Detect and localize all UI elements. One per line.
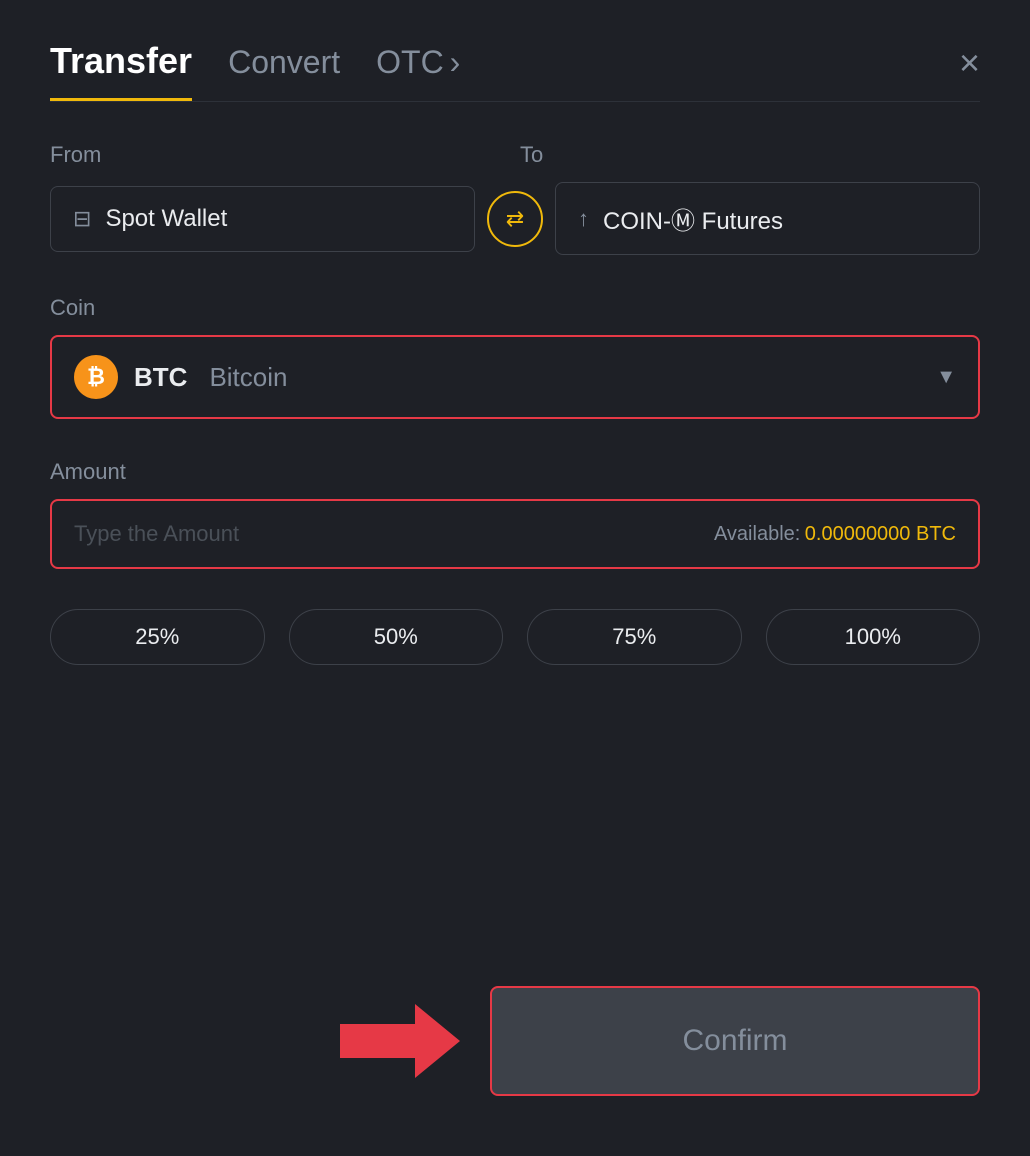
modal-header: Transfer Convert OTC › ×	[50, 40, 980, 101]
tab-convert[interactable]: Convert	[228, 44, 340, 97]
available-label: Available:	[714, 523, 800, 546]
coin-label: Coin	[50, 295, 980, 321]
otc-chevron-icon: ›	[450, 44, 461, 81]
close-button[interactable]: ×	[959, 45, 980, 97]
to-wallet-box[interactable]: ↑ COIN-Ⓜ Futures	[555, 182, 980, 255]
tab-otc[interactable]: OTC ›	[376, 44, 460, 97]
to-label: To	[510, 142, 980, 168]
tab-transfer[interactable]: Transfer	[50, 40, 192, 101]
coin-select[interactable]: ₿ BTC Bitcoin ▼	[50, 335, 980, 419]
arrow-container	[50, 996, 490, 1086]
header-divider	[50, 101, 980, 102]
from-wallet-box[interactable]: ⊟ Spot Wallet	[50, 186, 475, 252]
chevron-down-icon: ▼	[936, 366, 956, 389]
amount-placeholder: Type the Amount	[74, 521, 714, 547]
swap-button[interactable]: ⇄	[487, 191, 543, 247]
percent-100-button[interactable]: 100%	[766, 609, 981, 665]
confirm-button[interactable]: Confirm	[490, 986, 980, 1096]
futures-icon: ↑	[578, 206, 589, 232]
amount-label: Amount	[50, 459, 980, 485]
coin-ticker: BTC	[134, 362, 187, 393]
btc-symbol: ₿	[87, 364, 105, 390]
swap-icon: ⇄	[506, 206, 524, 232]
from-wallet-name: Spot Wallet	[105, 205, 227, 233]
to-wallet-name: COIN-Ⓜ Futures	[603, 201, 783, 236]
percent-50-button[interactable]: 50%	[289, 609, 504, 665]
percent-25-button[interactable]: 25%	[50, 609, 265, 665]
coin-section: Coin ₿ BTC Bitcoin ▼	[50, 295, 980, 419]
from-label: From	[50, 142, 510, 168]
coin-fullname: Bitcoin	[209, 362, 287, 393]
amount-section: Amount Type the Amount Available: 0.0000…	[50, 459, 980, 569]
swap-btn-container: ⇄	[475, 191, 555, 247]
from-to-labels: From To	[50, 142, 980, 168]
percent-75-button[interactable]: 75%	[527, 609, 742, 665]
from-to-row: ⊟ Spot Wallet ⇄ ↑ COIN-Ⓜ Futures	[50, 182, 980, 255]
bottom-section: Confirm	[50, 966, 980, 1096]
percent-buttons: 25% 50% 75% 100%	[50, 609, 980, 665]
btc-icon: ₿	[74, 355, 118, 399]
amount-input-box[interactable]: Type the Amount Available: 0.00000000 BT…	[50, 499, 980, 569]
arrow-icon	[340, 996, 460, 1086]
transfer-modal: Transfer Convert OTC › × From To ⊟ Spot …	[0, 0, 1030, 1156]
available-amount: 0.00000000 BTC	[805, 523, 956, 546]
wallet-icon: ⊟	[73, 206, 91, 232]
